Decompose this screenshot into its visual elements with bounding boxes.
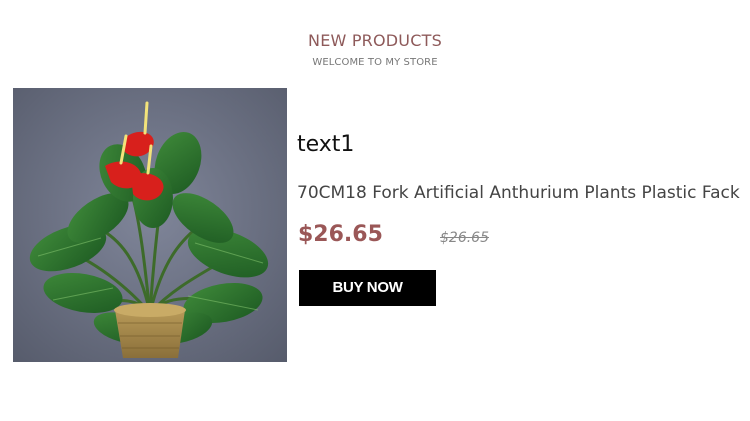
section-subtitle: WELCOME TO MY STORE xyxy=(312,57,438,68)
product-old-price: $26.65 xyxy=(440,230,489,246)
page: NEW PRODUCTS WELCOME TO MY STORE text1 7… xyxy=(0,0,750,421)
buy-now-button[interactable]: BUY NOW xyxy=(299,270,436,306)
anthurium-plant-illustration xyxy=(13,88,287,362)
product-image[interactable] xyxy=(13,88,287,362)
product-price: $26.65 xyxy=(298,222,383,247)
section-title: NEW PRODUCTS xyxy=(308,31,442,50)
product-description[interactable]: 70CM18 Fork Artificial Anthurium Plants … xyxy=(297,183,750,203)
product-name[interactable]: text1 xyxy=(297,132,354,157)
